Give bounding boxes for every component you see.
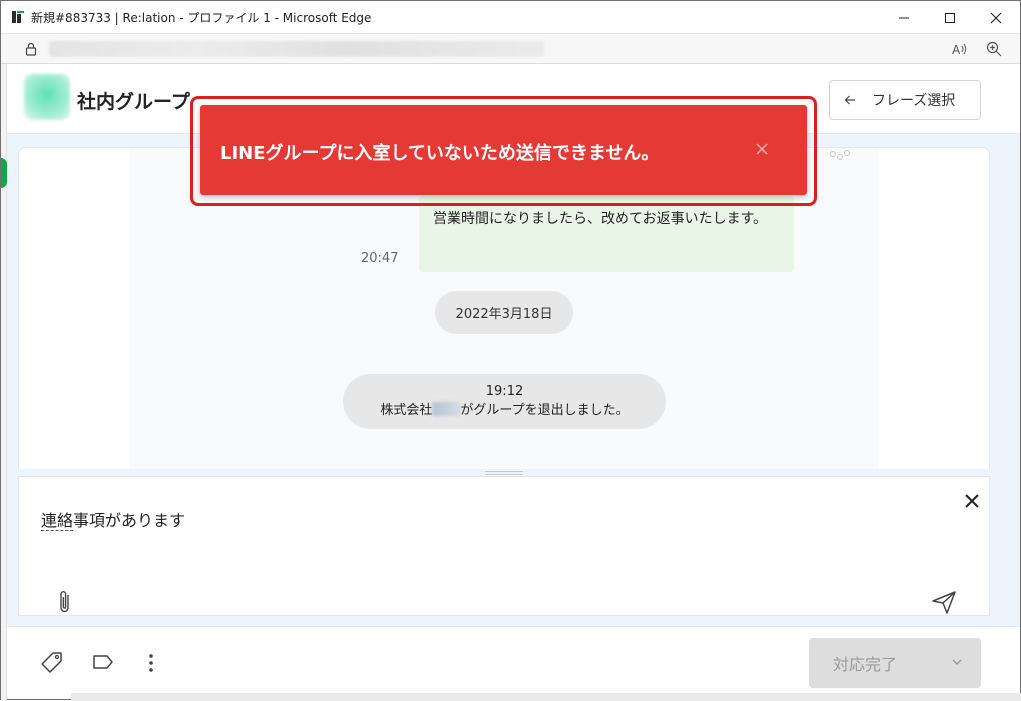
system-message-suffix: がグループを退出しました。 — [460, 403, 629, 418]
composer-text-part1: 連絡 — [41, 511, 74, 531]
footer-bar: 対応完了 — [7, 626, 1020, 693]
chevron-down-icon[interactable] — [951, 656, 963, 668]
minimize-button[interactable] — [881, 1, 927, 34]
message-time: 20:47 — [361, 251, 399, 266]
svg-text:A: A — [952, 43, 961, 57]
resize-handle[interactable] — [485, 471, 523, 475]
label-icon[interactable] — [92, 653, 114, 671]
close-icon[interactable] — [962, 491, 982, 511]
system-message-time: 19:12 — [485, 384, 524, 399]
group-name: 社内グループ — [77, 91, 190, 113]
address-bar: A — [1, 34, 1020, 64]
maximize-icon — [945, 12, 955, 23]
complete-button[interactable]: 対応完了 — [809, 638, 981, 688]
system-message-prefix: 株式会社 — [380, 403, 433, 418]
avatar — [24, 74, 70, 120]
tag-icon[interactable] — [41, 651, 63, 673]
toast-message: LINEグループに入室していないため送信できません。 — [220, 143, 660, 164]
app-logo-icon — [12, 11, 24, 23]
maximize-button[interactable] — [927, 1, 973, 34]
redacted-name — [432, 402, 461, 416]
window-close-button[interactable] — [973, 1, 1019, 34]
message-bubble[interactable]: 営業時間になりましたら、改めてお返事いたします。 — [419, 196, 794, 272]
read-aloud-icon[interactable]: A — [951, 41, 969, 57]
browser-window: 新規#883733 | Re:lation - プロファイル 1 - Micro… — [0, 0, 1021, 701]
date-separator: 2022年3月18日 — [435, 291, 573, 334]
error-toast: LINEグループに入室していないため送信できません。 — [200, 105, 807, 195]
message-text: 営業時間になりましたら、改めてお返事いたします。 — [433, 211, 768, 227]
paperclip-icon[interactable] — [57, 589, 73, 615]
zoom-icon[interactable] — [985, 40, 1003, 58]
composer-text-part2: 事項があります — [73, 511, 186, 530]
system-message-text: 株式会社 がグループを退出しました。 — [343, 401, 666, 420]
close-icon — [990, 12, 1002, 23]
phrase-select-label: フレーズ選択 — [872, 93, 956, 109]
composer-text[interactable]: 連絡事項があります — [41, 507, 185, 531]
title-bar: 新規#883733 | Re:lation - プロファイル 1 - Micro… — [1, 1, 1020, 34]
arrow-left-icon — [844, 95, 855, 105]
phrase-select-button[interactable]: フレーズ選択 — [829, 80, 981, 120]
message-composer[interactable]: 連絡事項があります — [18, 476, 990, 616]
url-field[interactable] — [49, 41, 544, 57]
window-title: 新規#883733 | Re:lation - プロファイル 1 - Micro… — [31, 11, 372, 25]
more-vertical-icon[interactable] — [147, 653, 155, 673]
lock-icon — [25, 42, 37, 56]
close-icon[interactable] — [755, 142, 769, 156]
complete-button-label: 対応完了 — [833, 655, 898, 674]
minimize-icon — [899, 17, 909, 18]
dots-decoration-icon — [830, 150, 850, 160]
send-icon[interactable] — [931, 589, 957, 615]
system-message: 19:12 株式会社 がグループを退出しました。 — [343, 374, 666, 429]
